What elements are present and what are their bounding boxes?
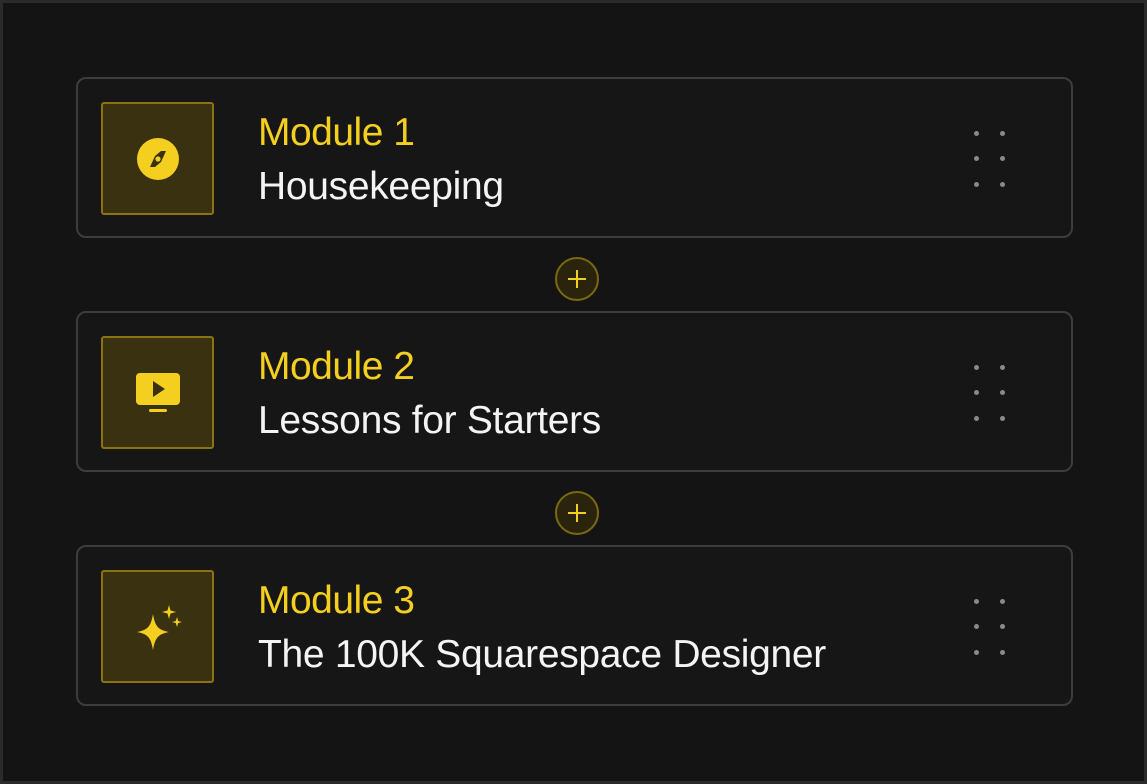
plus-icon [568,270,586,288]
add-module-button[interactable] [555,491,599,535]
module-title: The 100K Squarespace Designer [258,633,826,676]
module-icon-box [101,336,214,449]
module-card[interactable]: Module 2 Lessons for Starters [76,311,1073,472]
sparkle-icon [136,604,182,650]
module-card[interactable]: Module 3 The 100K Squarespace Designer [76,545,1073,706]
drag-handle-icon[interactable] [972,363,1012,423]
module-number: Module 3 [258,579,415,622]
module-icon-box [101,102,214,215]
module-title: Housekeeping [258,165,504,208]
add-module-button[interactable] [555,257,599,301]
drag-handle-icon[interactable] [972,597,1012,657]
module-icon-box [101,570,214,683]
compass-icon [136,137,179,180]
plus-icon [568,504,586,522]
play-screen-icon [135,372,180,412]
module-card[interactable]: Module 1 Housekeeping [76,77,1073,238]
module-list-panel: Module 1 Housekeeping Module 2 Lessons f… [3,3,1144,781]
module-number: Module 2 [258,345,415,388]
drag-handle-icon[interactable] [972,129,1012,189]
module-number: Module 1 [258,111,415,154]
module-title: Lessons for Starters [258,399,601,442]
